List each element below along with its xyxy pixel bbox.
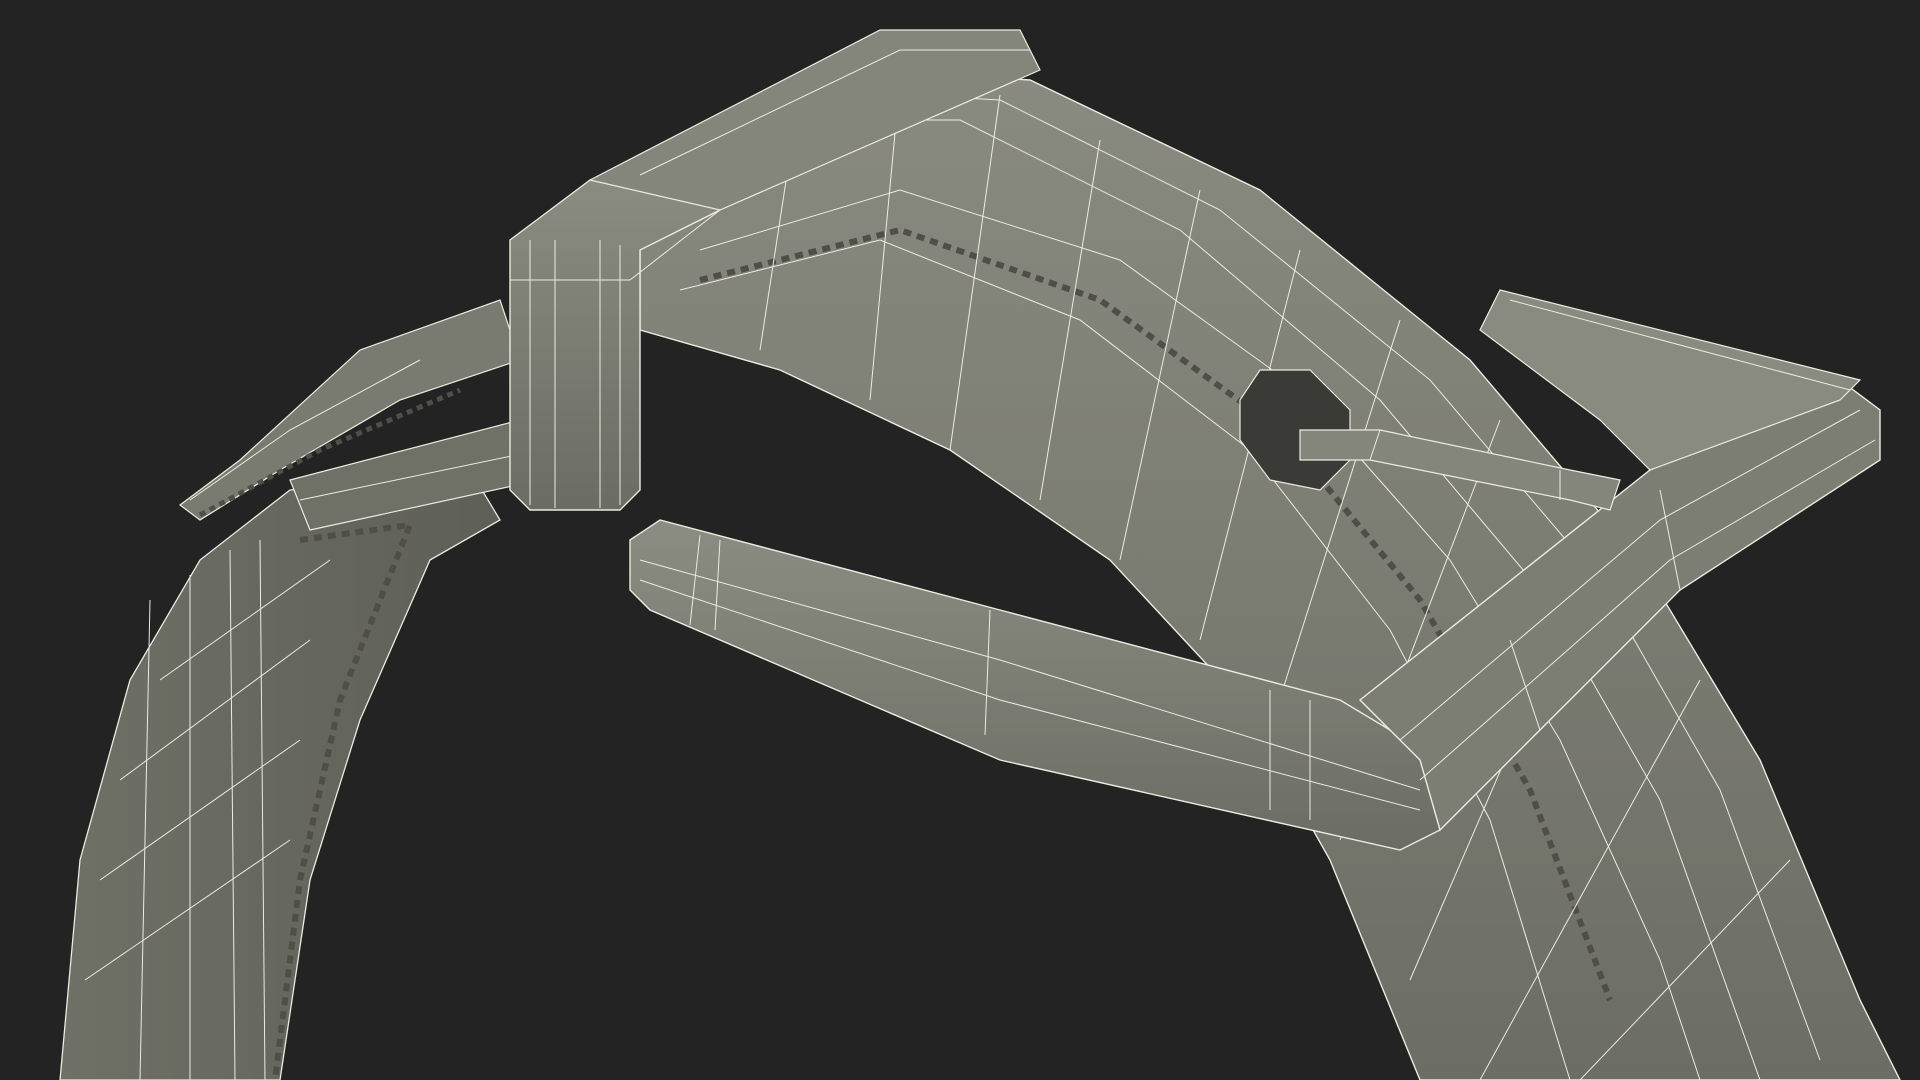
- render-viewport: [0, 0, 1920, 1080]
- wireframe-render: [59, 29, 1901, 1080]
- left-strap: [59, 469, 501, 1080]
